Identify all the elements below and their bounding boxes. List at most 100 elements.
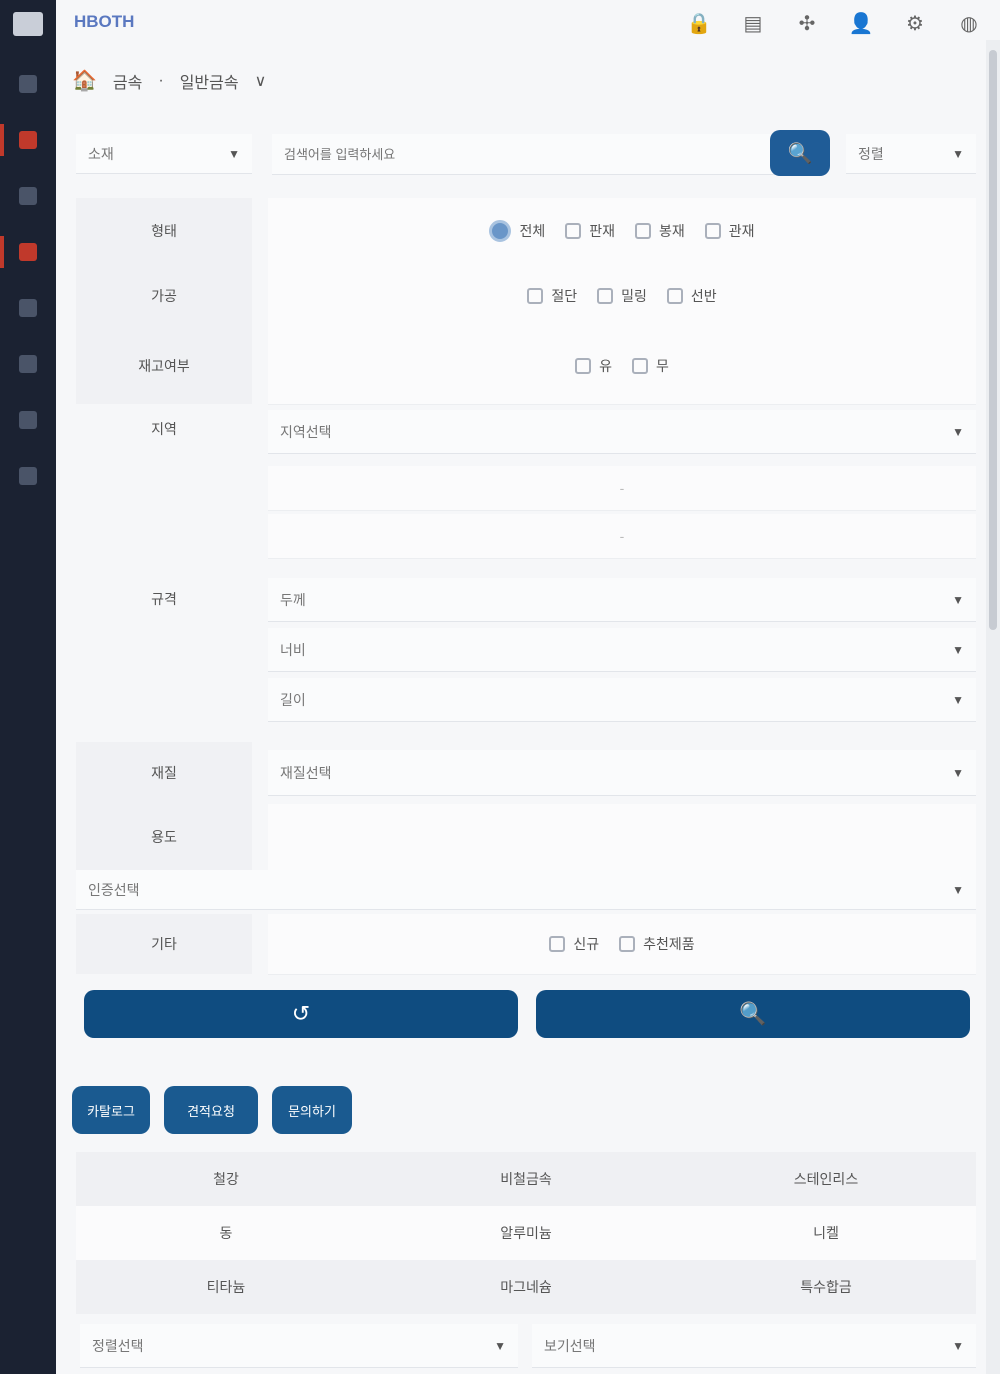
region-sub-field[interactable]: - <box>268 466 976 511</box>
option-label: 무 <box>656 358 669 374</box>
table-cell[interactable]: 니켈 <box>676 1223 976 1243</box>
checkbox-option[interactable]: 무 <box>632 356 669 376</box>
radio-option[interactable]: 전체 <box>489 220 545 242</box>
width-select-value: 너비 <box>280 641 306 658</box>
material-select[interactable]: 재질선택 ▼ <box>268 750 976 796</box>
document-icon[interactable]: ▤ <box>736 8 770 38</box>
certification-select-value: 인증선택 <box>88 881 140 898</box>
chevron-down-icon: ▼ <box>952 692 964 707</box>
table-cell[interactable]: 철강 <box>76 1169 376 1189</box>
thickness-select[interactable]: 두께 ▼ <box>268 578 976 622</box>
inquiry-button[interactable]: 문의하기 <box>272 1086 352 1134</box>
sidebar-item-7[interactable] <box>0 398 56 442</box>
checkbox-option[interactable]: 선반 <box>666 286 717 306</box>
checkbox-option[interactable]: 신규 <box>549 934 599 954</box>
filter-label: 기타 <box>76 914 252 974</box>
search-icon: 🔍 <box>787 142 813 165</box>
region-sub-value: - <box>619 480 625 496</box>
filter-label: 형태 <box>76 198 252 264</box>
menu-icon[interactable] <box>13 12 43 36</box>
chevron-down-icon: ▼ <box>952 765 964 780</box>
category-select[interactable]: 소재 ▼ <box>76 134 252 174</box>
catalog-button[interactable]: 카탈로그 <box>72 1086 150 1134</box>
filter-row-spec: 규격 두께 ▼ 너비 ▼ 길이 ▼ <box>76 574 976 724</box>
table-cell[interactable]: 마그네슘 <box>376 1277 676 1297</box>
region-select-value: 지역선택 <box>280 423 332 440</box>
checkbox-icon <box>704 223 721 239</box>
certification-select[interactable]: 인증선택 ▼ <box>76 870 976 910</box>
option-label: 판재 <box>589 223 615 239</box>
top-bar: HBOTH 🔒 ▤ ✣ 👤 ⚙ ◍ <box>56 0 986 46</box>
sidebar-item-3[interactable] <box>0 174 56 218</box>
length-select[interactable]: 길이 ▼ <box>268 678 976 722</box>
chevron-down-icon: ▼ <box>228 146 240 161</box>
chevron-down-icon: ▼ <box>952 1338 964 1353</box>
checkbox-option[interactable]: 봉재 <box>635 221 685 241</box>
table-cell[interactable]: 동 <box>76 1223 376 1243</box>
length-select-value: 길이 <box>280 691 306 708</box>
filter-options: 유 무 <box>268 328 976 405</box>
bottom-view-select[interactable]: 보기선택 ▼ <box>532 1324 976 1368</box>
chevron-down-icon[interactable]: ∨ <box>255 71 267 91</box>
breadcrumb-separator: · <box>158 71 164 89</box>
checkbox-option[interactable]: 판재 <box>565 221 615 241</box>
checkbox-option[interactable]: 추천제품 <box>619 934 695 954</box>
home-icon[interactable]: 🏠 <box>72 68 97 93</box>
sidebar-item-2[interactable] <box>0 118 56 162</box>
chevron-down-icon: ▼ <box>952 424 964 439</box>
sidebar-item-5[interactable] <box>0 286 56 330</box>
checkbox-icon <box>527 288 544 304</box>
search-button[interactable]: 🔍 <box>770 130 830 176</box>
grid-icon[interactable]: ✣ <box>790 8 824 38</box>
sort-select[interactable]: 정렬 ▼ <box>846 134 976 174</box>
scrollbar[interactable] <box>986 40 1000 1374</box>
checkbox-option[interactable]: 유 <box>575 356 612 376</box>
table-cell[interactable]: 티타늄 <box>76 1277 376 1297</box>
bottom-sort-select[interactable]: 정렬선택 ▼ <box>80 1324 518 1368</box>
sidebar-item-1[interactable] <box>0 62 56 106</box>
search-input[interactable] <box>272 134 786 175</box>
apply-search-button[interactable]: 🔍 <box>536 990 970 1038</box>
sidebar-icon <box>19 131 37 149</box>
table-cell[interactable]: 알루미늄 <box>376 1223 676 1243</box>
checkbox-icon <box>632 358 648 374</box>
filter-label: 가공 <box>76 264 252 328</box>
scrollbar-thumb[interactable] <box>989 50 997 630</box>
category-table: 철강 비철금속 스테인리스 동 알루미늄 니켈 티타늄 마그네슘 특수합금 <box>76 1152 976 1314</box>
table-cell[interactable]: 비철금속 <box>376 1169 676 1189</box>
lock-icon[interactable]: 🔒 <box>682 8 716 38</box>
region-select[interactable]: 지역선택 ▼ <box>268 410 976 454</box>
table-cell[interactable]: 특수합금 <box>676 1277 976 1297</box>
quote-request-button[interactable]: 견적요청 <box>164 1086 258 1134</box>
checkbox-option[interactable]: 관재 <box>704 221 755 241</box>
table-cell[interactable]: 스테인리스 <box>676 1169 976 1189</box>
checkbox-icon <box>549 936 566 952</box>
filter-label: 용도 <box>76 804 252 870</box>
usage-field[interactable] <box>268 804 976 871</box>
checkbox-option[interactable]: 밀링 <box>597 286 647 306</box>
filter-options: 신규 추천제품 <box>268 914 976 975</box>
sidebar <box>0 0 56 1374</box>
sort-select-value: 정렬 <box>858 145 884 162</box>
sidebar-item-8[interactable] <box>0 454 56 498</box>
reset-button[interactable]: ↺ <box>84 990 518 1038</box>
globe-icon[interactable]: ◍ <box>952 8 986 38</box>
breadcrumb-item[interactable]: 금속 <box>113 69 142 93</box>
region-sub-value: - <box>619 528 625 544</box>
checkbox-option[interactable]: 절단 <box>527 286 577 306</box>
material-select-value: 재질선택 <box>280 764 332 781</box>
brand-logo[interactable]: HBOTH <box>74 12 134 32</box>
option-label: 봉재 <box>659 223 685 239</box>
sidebar-item-4[interactable] <box>0 230 56 274</box>
bottom-select-value: 정렬선택 <box>92 1337 144 1354</box>
sidebar-item-6[interactable] <box>0 342 56 386</box>
user-icon[interactable]: 👤 <box>844 8 878 38</box>
sidebar-icon <box>19 411 37 429</box>
sidebar-icon <box>19 187 37 205</box>
region-sub-field[interactable]: - <box>268 514 976 559</box>
settings-icon[interactable]: ⚙ <box>898 8 932 38</box>
chevron-down-icon: ▼ <box>952 642 964 657</box>
width-select[interactable]: 너비 ▼ <box>268 628 976 672</box>
breadcrumb-item[interactable]: 일반금속 <box>180 69 239 93</box>
checkbox-icon <box>597 288 614 304</box>
